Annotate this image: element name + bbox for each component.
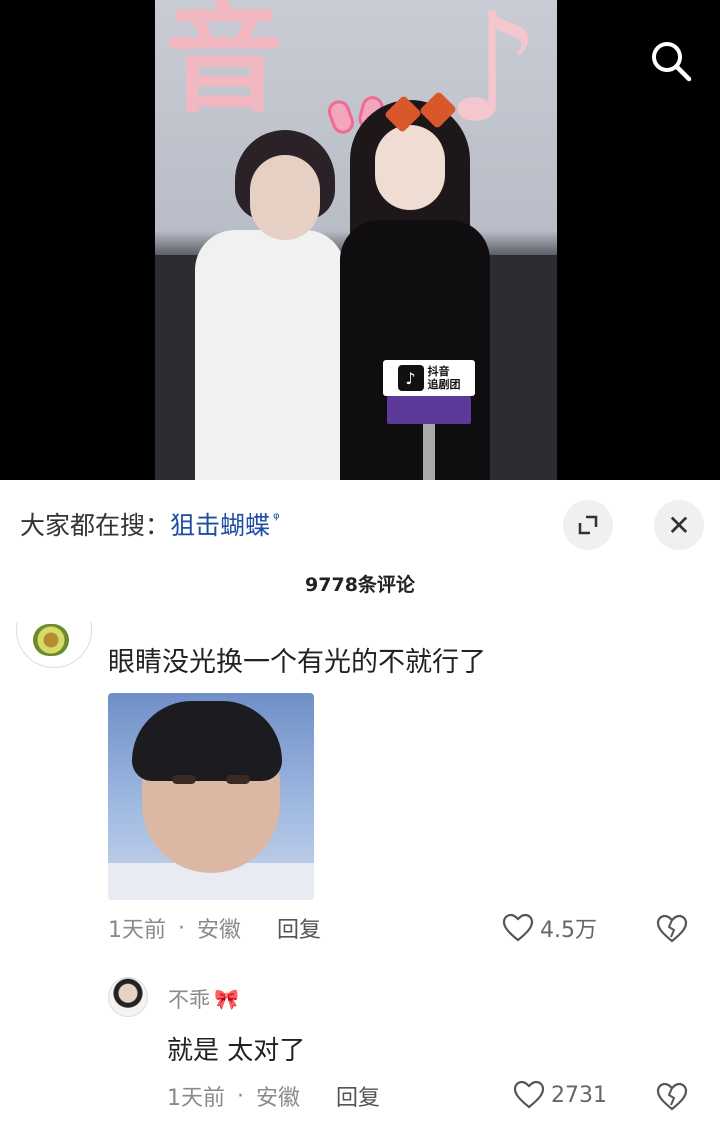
douyin-logo-icon: ♪ <box>397 365 424 391</box>
broken-heart-icon <box>656 1082 688 1111</box>
broken-heart-icon <box>656 914 688 943</box>
microphone-card: ♪ 抖音 追剧团 <box>383 360 475 396</box>
dislike-button[interactable] <box>656 914 688 948</box>
comment-meta: 1天前 · 安徽 回复 <box>108 912 321 944</box>
comment-image[interactable] <box>108 693 314 900</box>
person-left <box>195 130 345 480</box>
reply-username[interactable]: 不乖 🎀 <box>168 984 239 1014</box>
meta-separator: · <box>178 915 185 941</box>
meta-separator: · <box>237 1083 244 1109</box>
reply-like-button[interactable]: 2731 <box>513 1080 607 1110</box>
comment-count: 9778条评论 <box>305 574 415 596</box>
search-suggestion-term[interactable]: 狙击蝴蝶 <box>170 506 270 542</box>
reply-location: 安徽 <box>256 1086 301 1111</box>
video-player[interactable]: 音 ♪ ♪ 抖音 追剧团 <box>0 0 720 480</box>
microphone <box>423 424 435 480</box>
search-button[interactable] <box>646 36 696 86</box>
search-icon <box>652 42 692 82</box>
search-suggestion[interactable]: 大家都在搜： 狙击蝴蝶 ᵠ <box>20 504 280 544</box>
comment-sheet: 大家都在搜： 狙击蝴蝶 ᵠ ✕ 9778条评论 眼睛没光换一个有光的不就行了 1… <box>0 480 720 1132</box>
search-suggestion-prefix: 大家都在搜： <box>20 511 171 540</box>
heart-icon <box>513 1080 545 1109</box>
reply-meta: 1天前 · 安徽 回复 <box>167 1080 380 1112</box>
backdrop-text: 音 <box>165 0 284 128</box>
reply-button[interactable]: 回复 <box>277 912 321 944</box>
avatar[interactable] <box>16 622 92 668</box>
close-button[interactable]: ✕ <box>654 500 704 550</box>
avocado-avatar-icon <box>33 624 69 656</box>
heart-icon <box>502 913 534 942</box>
reply-text: 就是 太对了 <box>167 1036 306 1066</box>
like-button[interactable]: 4.5万 <box>502 912 597 944</box>
reply-like-count: 2731 <box>551 1082 607 1108</box>
mic-card-line1: 抖音 <box>427 365 450 378</box>
comment-location: 安徽 <box>197 918 242 943</box>
reply-dislike-button[interactable] <box>656 1082 688 1116</box>
comment-time: 1天前 <box>108 918 166 943</box>
reply-time: 1天前 <box>167 1086 225 1111</box>
video-frame: 音 ♪ ♪ 抖音 追剧团 <box>155 0 557 480</box>
like-count: 4.5万 <box>540 918 597 943</box>
microphone-card-purple <box>387 396 471 424</box>
expand-button[interactable] <box>563 500 613 550</box>
expand-icon <box>578 515 598 535</box>
search-mini-icon: ᵠ <box>273 508 280 528</box>
close-icon: ✕ <box>667 508 691 542</box>
comment-text: 眼睛没光换一个有光的不就行了 <box>108 647 486 678</box>
reply-username-text: 不乖 <box>168 988 210 1012</box>
mic-card-line2: 追剧团 <box>427 378 461 391</box>
reply-button[interactable]: 回复 <box>336 1080 380 1112</box>
bow-emoji: 🎀 <box>214 987 239 1011</box>
reply-avatar[interactable] <box>108 977 148 1017</box>
